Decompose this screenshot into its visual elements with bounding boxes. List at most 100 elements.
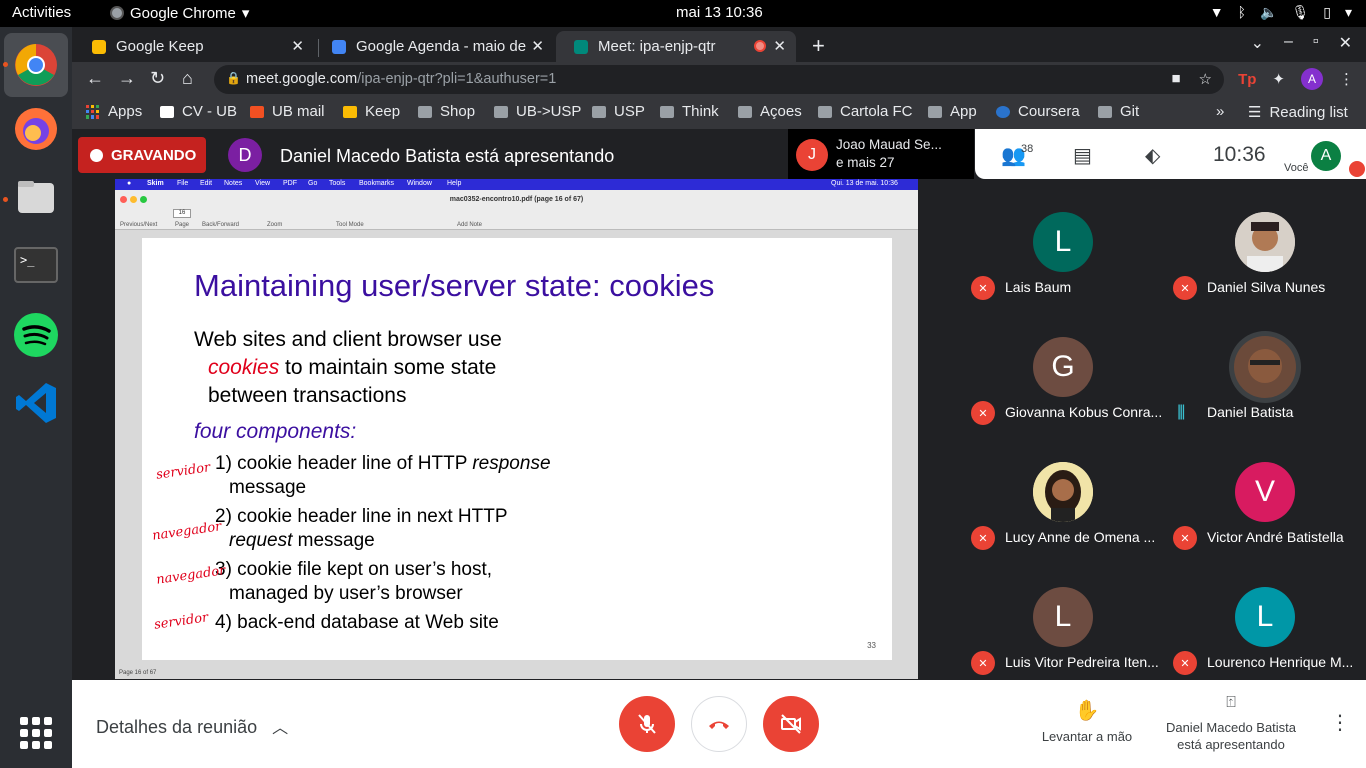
microphone-icon: 🎙 [1291, 4, 1310, 20]
participant-tile[interactable]: V ✕ Victor André Batistella [1165, 462, 1365, 587]
bookmark-ub-usp[interactable]: UB->USP [494, 103, 581, 120]
folder-icon [18, 181, 54, 213]
raise-hand-button[interactable]: ✋ Levantar a mão [1034, 698, 1140, 744]
slide-item-1: 1) cookie header line of HTTP response [215, 453, 551, 474]
participant-tile[interactable]: ✕ Daniel Silva Nunes [1165, 212, 1365, 337]
avatar: G [1033, 337, 1093, 397]
tab-meet[interactable]: Meet: ipa-enjp-qtr ✕ [556, 31, 796, 62]
activities-button[interactable]: Activities [12, 4, 71, 21]
bookmark-usp[interactable]: USP [592, 103, 645, 120]
new-tab-button[interactable]: + [812, 33, 825, 59]
person-photo-icon [1234, 336, 1296, 398]
participant-name: Lucy Anne de Omena ... [1005, 529, 1156, 545]
dock-spotify[interactable] [12, 311, 60, 359]
bookmark-git[interactable]: Git [1098, 103, 1139, 120]
reload-icon[interactable]: ↻ [150, 68, 165, 89]
tab-google-keep[interactable]: Google Keep ✕ [74, 31, 314, 62]
tab-strip: Google Keep ✕ Google Agenda - maio de ✕ … [72, 27, 1366, 62]
slide-subheading: four components: [194, 420, 357, 443]
maximize-icon[interactable]: ▫ [1313, 33, 1319, 53]
dock-firefox[interactable] [12, 105, 60, 153]
system-tray[interactable]: ▼ ᛒ 🔈 🎙 ▯ ▾ [1210, 4, 1352, 21]
leave-call-button[interactable] [691, 696, 747, 752]
close-icon[interactable]: ✕ [531, 37, 544, 55]
keep-icon [343, 105, 357, 118]
close-window-icon[interactable]: ✕ [1339, 33, 1352, 53]
system-clock[interactable]: mai 13 10:36 [676, 4, 763, 21]
reading-list[interactable]: ☰ Reading list [1248, 103, 1348, 122]
bookmark-ub-mail[interactable]: UB mail [250, 103, 325, 120]
more-options-icon[interactable]: ⋮ [1330, 710, 1350, 735]
handwritten-note: servidor [155, 460, 212, 483]
slide-item-3: 3) cookie file kept on user’s host, [215, 559, 493, 580]
activities-icon[interactable]: ⬖ [1145, 143, 1160, 168]
puzzle-icon[interactable]: ✦ [1272, 70, 1285, 88]
slide-item-3-cont: managed by user’s browser [229, 583, 463, 604]
participant-name: Luis Vitor Pedreira Iten... [1005, 654, 1159, 670]
show-apps-icon[interactable] [20, 717, 52, 749]
mac-menu-item: Tools [329, 180, 346, 187]
recording-badge[interactable]: GRAVANDO [78, 137, 206, 173]
dock-vscode[interactable] [12, 379, 60, 427]
lock-icon[interactable]: 🔒 [226, 71, 241, 85]
self-avatar[interactable]: A [1311, 141, 1341, 171]
participant-tile[interactable]: ||| Daniel Batista [1165, 331, 1365, 462]
mic-toggle-button[interactable] [619, 696, 675, 752]
dock-terminal[interactable]: >_ [12, 241, 60, 289]
app-menu[interactable]: Google Chrome ▾ [110, 4, 249, 22]
chat-sender: Joao Mauad Se... [836, 137, 942, 152]
bookmark-cv-ub[interactable]: CV - UB [160, 103, 237, 120]
camera-icon[interactable]: ■ [1171, 70, 1180, 88]
hand-icon: ✋ [1074, 700, 1100, 722]
bookmark-acoes[interactable]: Açoes [738, 103, 802, 120]
avatar: L [1033, 587, 1093, 647]
participant-name: Lourenco Henrique M... [1207, 654, 1354, 670]
tab-title: Google Keep [116, 38, 204, 55]
bookmark-app[interactable]: App [928, 103, 977, 120]
muted-mic-icon: ✕ [971, 276, 995, 300]
tab-search-icon[interactable]: ⌄ [1251, 33, 1264, 53]
skim-page-status: Page 16 of 67 [119, 670, 157, 676]
tab-title: Google Agenda - maio de [356, 38, 527, 55]
menu-icon[interactable]: ⋮ [1339, 70, 1354, 88]
meeting-details-button[interactable]: Detalhes da reunião ︿ [96, 714, 288, 738]
presenting-button[interactable]: ⍐ Daniel Macedo Batista está apresentand… [1158, 694, 1304, 752]
bookmark-shop[interactable]: Shop [418, 103, 475, 120]
chat-notification[interactable]: J Joao Mauad Se... e mais 27 [788, 129, 974, 179]
dock-files[interactable] [12, 173, 60, 221]
profile-avatar[interactable]: A [1301, 68, 1323, 90]
camera-toggle-button[interactable] [763, 696, 819, 752]
address-bar[interactable]: 🔒 meet.google.com/ipa-enjp-qtr?pli=1&aut… [214, 65, 1224, 94]
calendar-icon [332, 39, 346, 54]
muted-mic-icon: ✕ [971, 526, 995, 550]
bookmark-coursera[interactable]: Coursera [996, 103, 1080, 120]
participant-tile[interactable]: L ✕ Lais Baum [963, 212, 1163, 337]
bookmark-apps[interactable]: Apps [86, 103, 142, 120]
dock-chrome[interactable] [4, 33, 68, 97]
app-menu-label: Google Chrome [130, 4, 236, 22]
back-icon[interactable]: ← [86, 68, 104, 89]
extension-icon[interactable]: Tp [1238, 71, 1256, 88]
toolbar-label: Tool Mode [336, 222, 364, 228]
home-icon[interactable]: ⌂ [182, 68, 193, 89]
tab-google-agenda[interactable]: Google Agenda - maio de ✕ [314, 31, 554, 62]
bookmark-star-icon[interactable]: ☆ [1199, 70, 1212, 88]
participant-tile[interactable]: G ✕ Giovanna Kobus Conra... [963, 337, 1163, 462]
bookmarks-overflow[interactable]: » [1216, 103, 1224, 120]
participant-tile[interactable]: ✕ Lucy Anne de Omena ... [963, 462, 1163, 587]
bookmark-cartola[interactable]: Cartola FC [818, 103, 913, 120]
minimize-icon[interactable]: – [1284, 33, 1293, 53]
participant-name: Daniel Batista [1207, 404, 1294, 420]
hang-up-icon [709, 721, 729, 729]
bookmark-think[interactable]: Think [660, 103, 719, 120]
close-icon[interactable]: ✕ [773, 37, 786, 55]
handwritten-note: navegador [151, 519, 223, 544]
bookmark-keep[interactable]: Keep [343, 103, 400, 120]
present-screen-icon: ⍐ [1226, 694, 1236, 711]
mac-clock: Qui. 13 de mai. 10:36 [831, 180, 898, 187]
chat-icon[interactable]: ▤ [1073, 143, 1092, 168]
close-icon[interactable]: ✕ [291, 37, 304, 55]
mac-menu-item: Notes [224, 180, 243, 187]
mac-menu-item: View [255, 180, 271, 187]
forward-icon[interactable]: → [118, 68, 136, 89]
